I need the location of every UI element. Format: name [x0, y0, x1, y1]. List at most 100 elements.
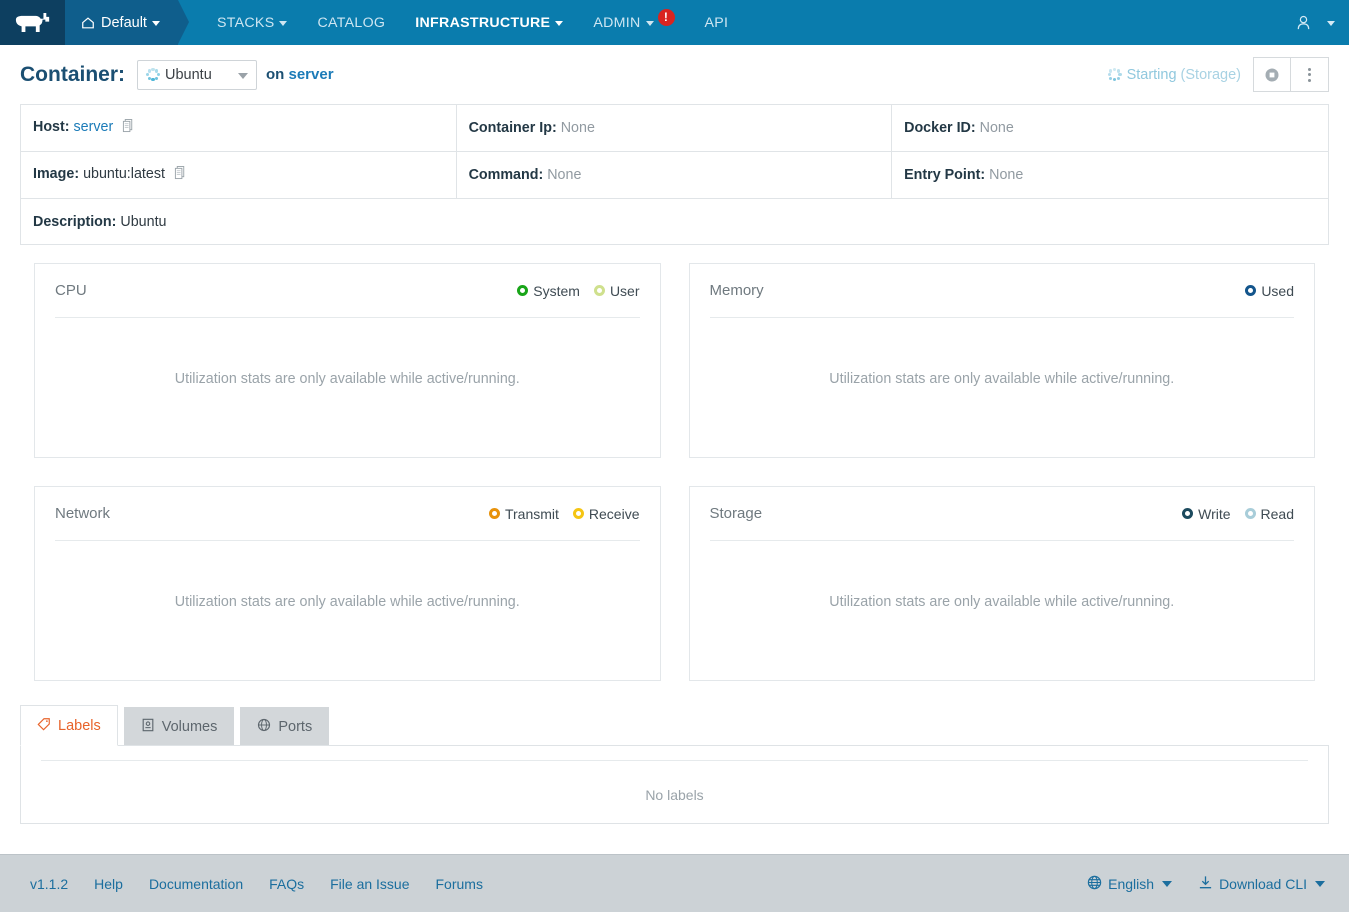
legend-label-receive: Receive [588, 505, 640, 522]
image-label: Image: [33, 166, 80, 182]
legend-item-transmit[interactable]: Transmit [488, 505, 559, 522]
nav-label-admin: ADMIN [593, 14, 641, 31]
legend-marker-icon [593, 285, 605, 296]
chevron-down-icon [1162, 880, 1173, 887]
footer-link-documentation[interactable]: Documentation [149, 876, 243, 892]
legend-label-write: Write [1198, 505, 1231, 522]
status-spinner-icon [1107, 67, 1122, 82]
legend-item-read[interactable]: Read [1244, 505, 1294, 522]
legend-marker-icon [1245, 285, 1257, 296]
stats-unavailable-message: Utilization stats are only available whi… [829, 593, 1175, 610]
footer-link-file-an-issue[interactable]: File an Issue [330, 876, 409, 892]
nav-item-infrastructure[interactable]: INFRASTRUCTURE [400, 0, 578, 45]
legend-label-transmit: Transmit [504, 505, 559, 522]
host-value[interactable]: server [74, 119, 114, 135]
header-actions: Starting (Storage) [1107, 57, 1329, 92]
stats-unavailable-message: Utilization stats are only available whi… [174, 593, 520, 610]
host-context: on server [266, 66, 334, 83]
legend-cpu: System User [517, 282, 640, 299]
footer-right: English Download CLI [1087, 875, 1325, 893]
user-menu-chevron-icon[interactable] [1327, 21, 1335, 26]
legend-item-used[interactable]: Used [1245, 283, 1294, 299]
cell-docker-id: Docker ID: None [891, 104, 1329, 152]
nav-right [1295, 0, 1349, 45]
footer-link-faqs[interactable]: FAQs [269, 876, 304, 892]
tab-labels[interactable]: Labels [20, 705, 118, 746]
footer-link-help[interactable]: Help [94, 876, 123, 892]
download-cli-label: Download CLI [1219, 875, 1307, 892]
tag-icon [37, 717, 51, 735]
language-selector[interactable]: English [1087, 875, 1173, 893]
copy-icon[interactable] [122, 119, 135, 137]
legend-label-user: User [609, 282, 640, 299]
copy-icon[interactable] [174, 166, 187, 184]
legend-item-user[interactable]: User [593, 282, 640, 299]
volume-icon [141, 718, 155, 736]
action-button-group [1253, 57, 1329, 92]
stats-unavailable-message: Utilization stats are only available whi… [174, 370, 520, 387]
globe-icon [257, 718, 271, 736]
admin-alert-badge[interactable]: ! [657, 9, 675, 26]
footer: v1.1.2 Help Documentation FAQs File an I… [0, 854, 1349, 912]
stop-button[interactable] [1253, 57, 1291, 92]
status-text: Starting [1126, 66, 1177, 83]
tab-panel-labels: No labels [20, 745, 1329, 824]
legend-item-receive[interactable]: Receive [572, 505, 640, 522]
footer-version[interactable]: v1.1.2 [30, 876, 68, 892]
nav-label-api: API [704, 14, 729, 31]
panel-body-storage: Utilization stats are only available whi… [710, 541, 1295, 680]
container-select[interactable]: Ubuntu [137, 59, 257, 90]
stop-icon [1265, 68, 1279, 81]
on-label: on [266, 66, 285, 83]
legend-network: Transmit Receive [488, 505, 640, 522]
legend-item-system[interactable]: System [517, 283, 580, 299]
tab-strip: Labels Volumes Ports [20, 705, 1329, 746]
tab-volumes[interactable]: Volumes [123, 707, 235, 745]
nav-item-catalog[interactable]: CATALOG [302, 0, 400, 45]
nav-label-infrastructure: INFRASTRUCTURE [415, 14, 551, 31]
kebab-menu-icon [1308, 67, 1311, 82]
tab-label-volumes: Volumes [161, 718, 218, 735]
panel-cpu: CPU System User Utilization stats are on… [34, 263, 661, 458]
legend-marker-icon [517, 285, 529, 296]
nav-label-stacks: STACKS [216, 14, 275, 31]
legend-marker-icon [572, 508, 584, 519]
nav-label-catalog: CATALOG [317, 14, 386, 31]
tab-ports[interactable]: Ports [240, 707, 330, 745]
rancher-logo[interactable] [0, 0, 65, 45]
container-ip-label: Container Ip: [468, 120, 557, 136]
footer-link-forums[interactable]: Forums [436, 876, 483, 892]
cow-logo-icon [15, 12, 49, 32]
legend-item-write[interactable]: Write [1182, 505, 1231, 522]
cell-entry-point: Entry Point: None [891, 151, 1329, 199]
user-avatar-icon[interactable] [1295, 14, 1312, 31]
docker-id-label: Docker ID: [904, 120, 976, 136]
legend-label-used: Used [1261, 282, 1294, 299]
panel-body-memory: Utilization stats are only available whi… [710, 318, 1295, 457]
nav-item-api[interactable]: API [690, 0, 744, 45]
stats-unavailable-message: Utilization stats are only available whi… [829, 370, 1175, 387]
panel-title-memory: Memory [709, 282, 764, 299]
table-row: Image: ubuntu:latest Command: None Entry… [20, 151, 1329, 199]
legend-marker-icon [488, 508, 500, 519]
host-link[interactable]: server [289, 66, 334, 83]
command-label: Command: [468, 167, 544, 183]
nav-item-admin[interactable]: ADMIN ! [578, 0, 689, 45]
panel-body-network: Utilization stats are only available whi… [55, 541, 640, 680]
panel-title-network: Network [55, 505, 111, 522]
table-row: Description: Ubuntu [20, 198, 1329, 245]
chevron-down-icon [1315, 880, 1325, 887]
table-row: Host: server Container Ip: None Docker I… [20, 104, 1329, 152]
actions-menu-button[interactable] [1291, 57, 1329, 92]
panel-body-cpu: Utilization stats are only available whi… [55, 318, 640, 457]
cell-host: Host: server [20, 104, 457, 152]
footer-links: v1.1.2 Help Documentation FAQs File an I… [30, 876, 483, 892]
container-ip-value: None [560, 120, 595, 136]
download-cli-button[interactable]: Download CLI [1198, 875, 1325, 893]
status-detail: (Storage) [1180, 66, 1241, 83]
environment-selector[interactable]: Default [65, 0, 189, 45]
docker-id-value: None [979, 120, 1014, 136]
legend-label-read: Read [1260, 505, 1294, 522]
nav-item-stacks[interactable]: STACKS [202, 0, 303, 45]
panel-network: Network Transmit Receive Utilization sta… [34, 486, 661, 681]
